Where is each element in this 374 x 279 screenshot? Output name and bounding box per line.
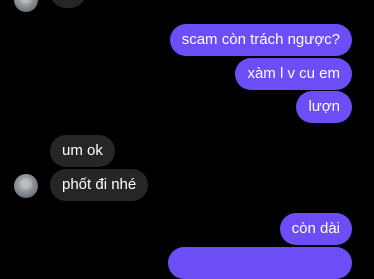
sent-message-bubble[interactable]: scam còn trách ngược? [169, 24, 352, 56]
contact-avatar-top[interactable] [14, 0, 38, 12]
sent-message-bubble-partial[interactable] [168, 247, 352, 279]
sent-message-bubble[interactable]: lượn [296, 91, 352, 123]
contact-avatar[interactable] [14, 174, 38, 198]
sent-message-bubble[interactable]: xàm l v cu em [235, 58, 352, 90]
received-message-bubble[interactable]: phốt đi nhé [50, 169, 149, 201]
received-message-bubble[interactable]: um ok [50, 135, 115, 167]
received-message-bubble[interactable] [50, 0, 86, 8]
message-thread[interactable]: scam còn trách ngược? xàm l v cu em lượn… [0, 0, 374, 279]
sent-message-bubble[interactable]: còn dài [279, 213, 352, 245]
